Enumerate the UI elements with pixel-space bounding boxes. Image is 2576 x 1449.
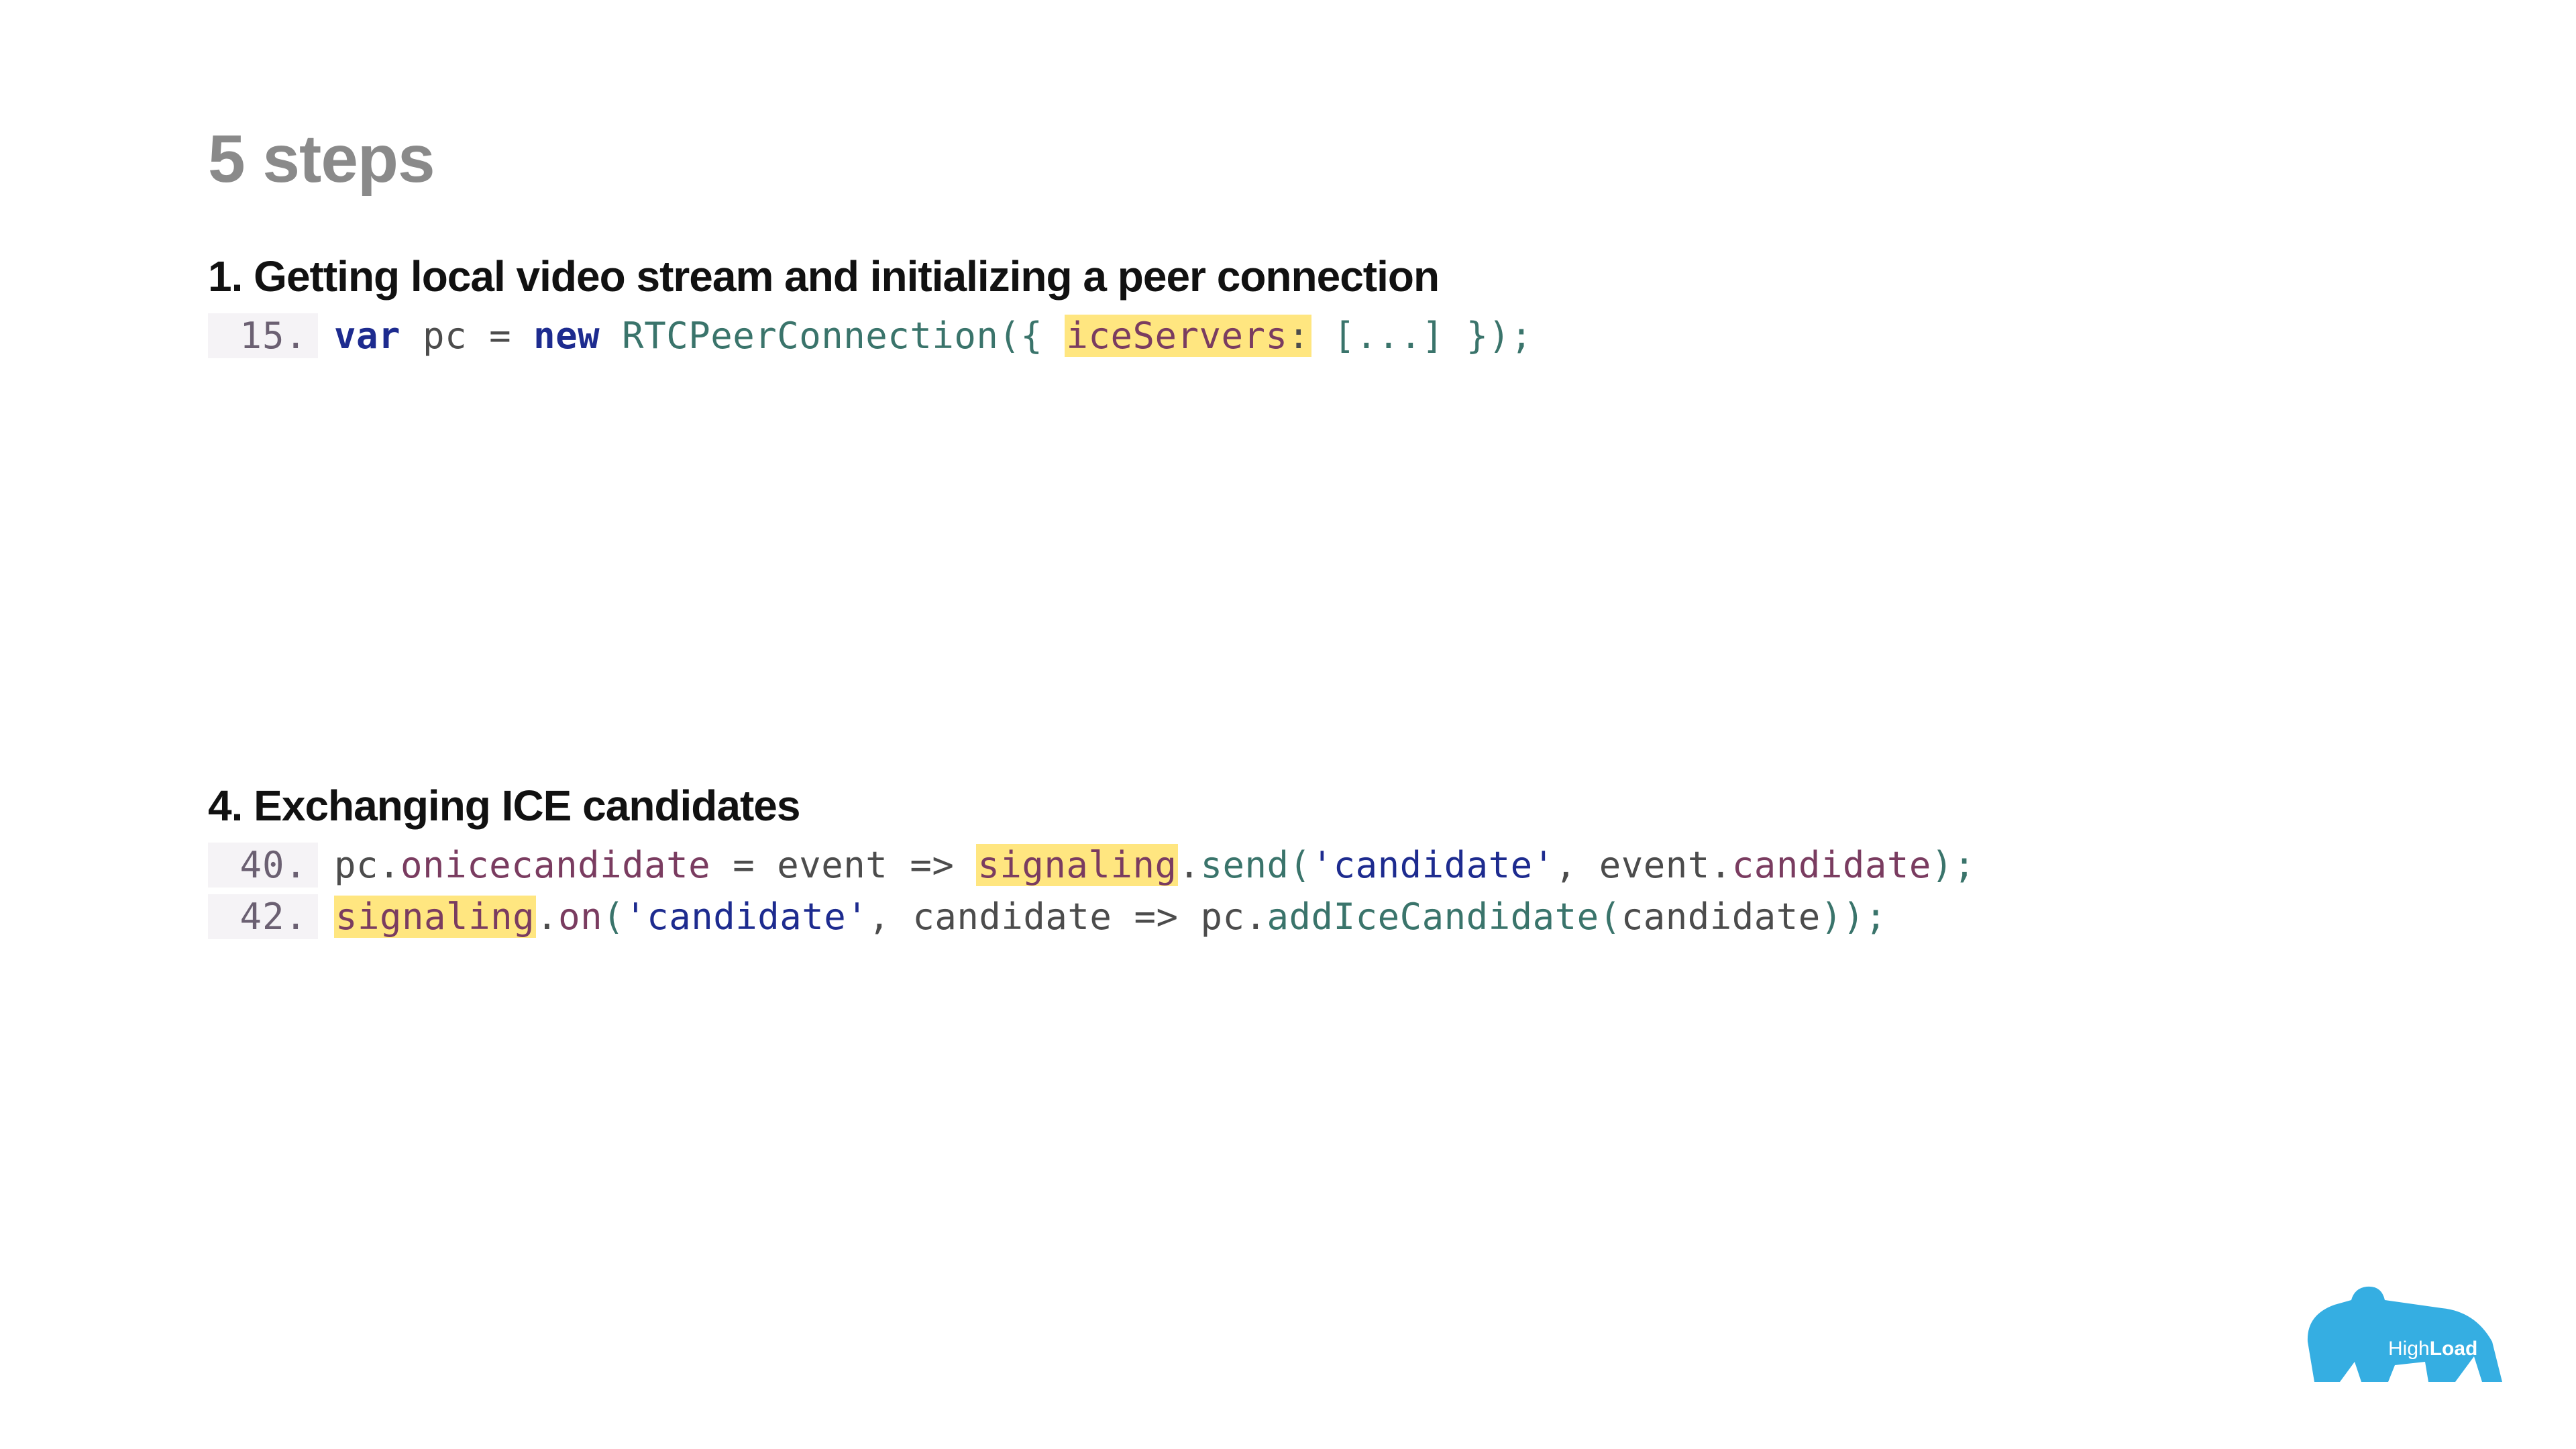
slide-title: 5 steps — [208, 121, 2375, 198]
code-content: var pc = new RTCPeerConnection({ iceServ… — [318, 315, 1533, 357]
string-candidate: 'candidate' — [625, 896, 868, 938]
paren-close: ); — [1931, 844, 1976, 886]
space — [710, 844, 733, 886]
logo-text-plusplus: ++ — [2487, 1329, 2500, 1340]
ident-signaling: signaling — [335, 896, 535, 938]
dot: . — [1245, 896, 1267, 938]
ident-event: event — [777, 844, 910, 886]
code-line-42: 42. signaling.on('candidate', candidate … — [208, 894, 2375, 939]
string-candidate: 'candidate' — [1311, 844, 1555, 886]
dot: . — [378, 844, 400, 886]
paren-open: ( — [1599, 896, 1621, 938]
brace-close: [...] }); — [1311, 315, 1533, 357]
line-number: 40. — [208, 843, 318, 888]
highload-logo: HighLoad ++ — [2288, 1268, 2509, 1402]
dot: . — [1710, 844, 1732, 886]
ident-signaling: signaling — [977, 844, 1177, 886]
code-content: signaling.on('candidate', candidate => p… — [318, 896, 1887, 938]
prop-onicecandidate: onicecandidate — [400, 844, 710, 886]
section-gap — [208, 365, 2375, 781]
dot: . — [536, 896, 558, 938]
comma: , — [1555, 844, 1599, 886]
ident-pc: pc — [1200, 896, 1244, 938]
method-on: on — [558, 896, 602, 938]
step4-heading: 4. Exchanging ICE candidates — [208, 781, 2375, 830]
ident-pc: pc — [400, 315, 489, 357]
arrow: => — [1134, 896, 1200, 938]
brace-open: ({ — [998, 315, 1065, 357]
ident-pc: pc — [334, 844, 378, 886]
keyword-new: new — [533, 315, 600, 357]
op-eq: = — [733, 844, 777, 886]
colon: : — [1288, 315, 1310, 357]
paren-open: ( — [602, 896, 625, 938]
step1-heading: 1. Getting local video stream and initia… — [208, 252, 2375, 301]
arrow: => — [910, 844, 976, 886]
svg-text:HighLoad: HighLoad — [2388, 1338, 2477, 1360]
ident-candidate: candidate — [1621, 896, 1821, 938]
prop-iceservers: iceServers — [1066, 315, 1287, 357]
code-line-40: 40. pc.onicecandidate = event => signali… — [208, 843, 2375, 888]
slide: 5 steps 1. Getting local video stream an… — [0, 0, 2576, 1449]
line-number: 15. — [208, 313, 318, 358]
logo-text-load: Load — [2430, 1338, 2478, 1360]
line-number: 42. — [208, 894, 318, 939]
dot: . — [1178, 844, 1200, 886]
keyword-var: var — [334, 315, 400, 357]
paren-open: ( — [1289, 844, 1311, 886]
class-rtcpeerconnection: RTCPeerConnection — [600, 315, 998, 357]
method-send: send — [1201, 844, 1289, 886]
ident-event: event — [1599, 844, 1710, 886]
code-content: pc.onicecandidate = event => signaling.s… — [318, 844, 1976, 886]
comma: , — [868, 896, 912, 938]
prop-candidate: candidate — [1732, 844, 1931, 886]
logo-text-high: High — [2388, 1338, 2430, 1360]
op-eq: = — [489, 315, 533, 357]
code-line-15: 15. var pc = new RTCPeerConnection({ ice… — [208, 313, 2375, 358]
ident-candidate: candidate — [912, 896, 1134, 938]
method-addicecandidate: addIceCandidate — [1267, 896, 1599, 938]
paren-close: )); — [1821, 896, 1887, 938]
